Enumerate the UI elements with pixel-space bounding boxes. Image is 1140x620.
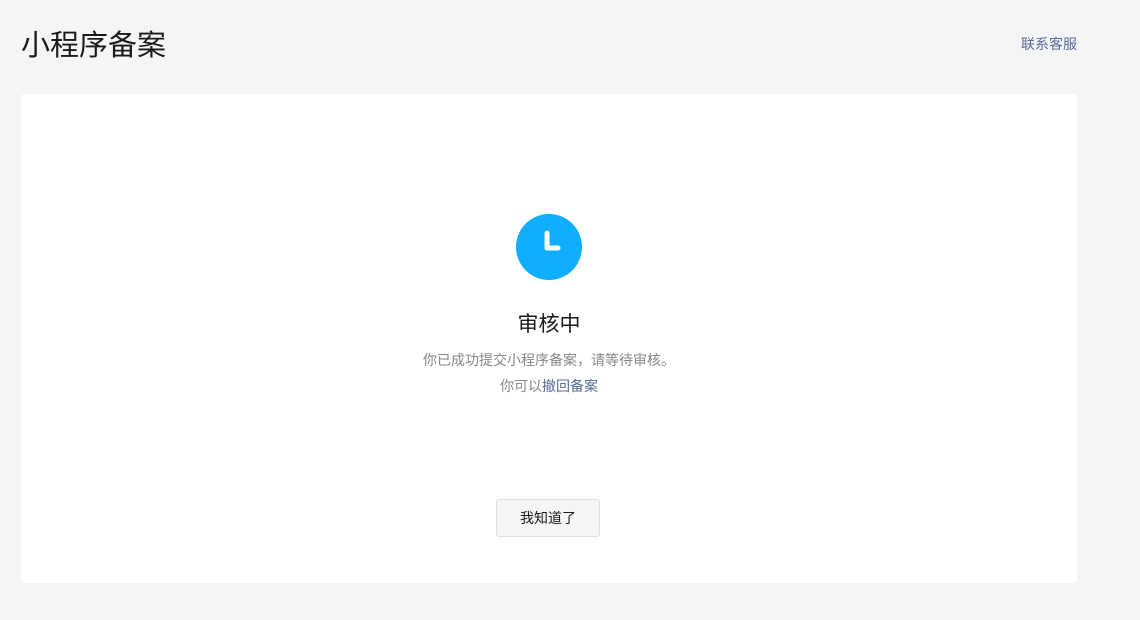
status-description-line-withdraw: 你可以撤回备案: [21, 374, 1077, 400]
status-card: 审核中 你已成功提交小程序备案，请等待审核。 你可以撤回备案 我知道了: [21, 94, 1077, 583]
status-description-line: 你已成功提交小程序备案，请等待审核。: [423, 353, 675, 369]
status-title: 审核中: [517, 312, 581, 336]
clock-icon: [516, 214, 582, 280]
status-description: 你已成功提交小程序备案，请等待审核。 你可以撤回备案: [21, 348, 1077, 400]
withdraw-prefix: 你可以: [500, 379, 542, 395]
withdraw-filing-link[interactable]: 撤回备案: [542, 379, 598, 395]
acknowledge-button[interactable]: 我知道了: [496, 499, 600, 537]
page-title: 小程序备案: [21, 28, 167, 62]
contact-support-link[interactable]: 联系客服: [1021, 35, 1077, 55]
